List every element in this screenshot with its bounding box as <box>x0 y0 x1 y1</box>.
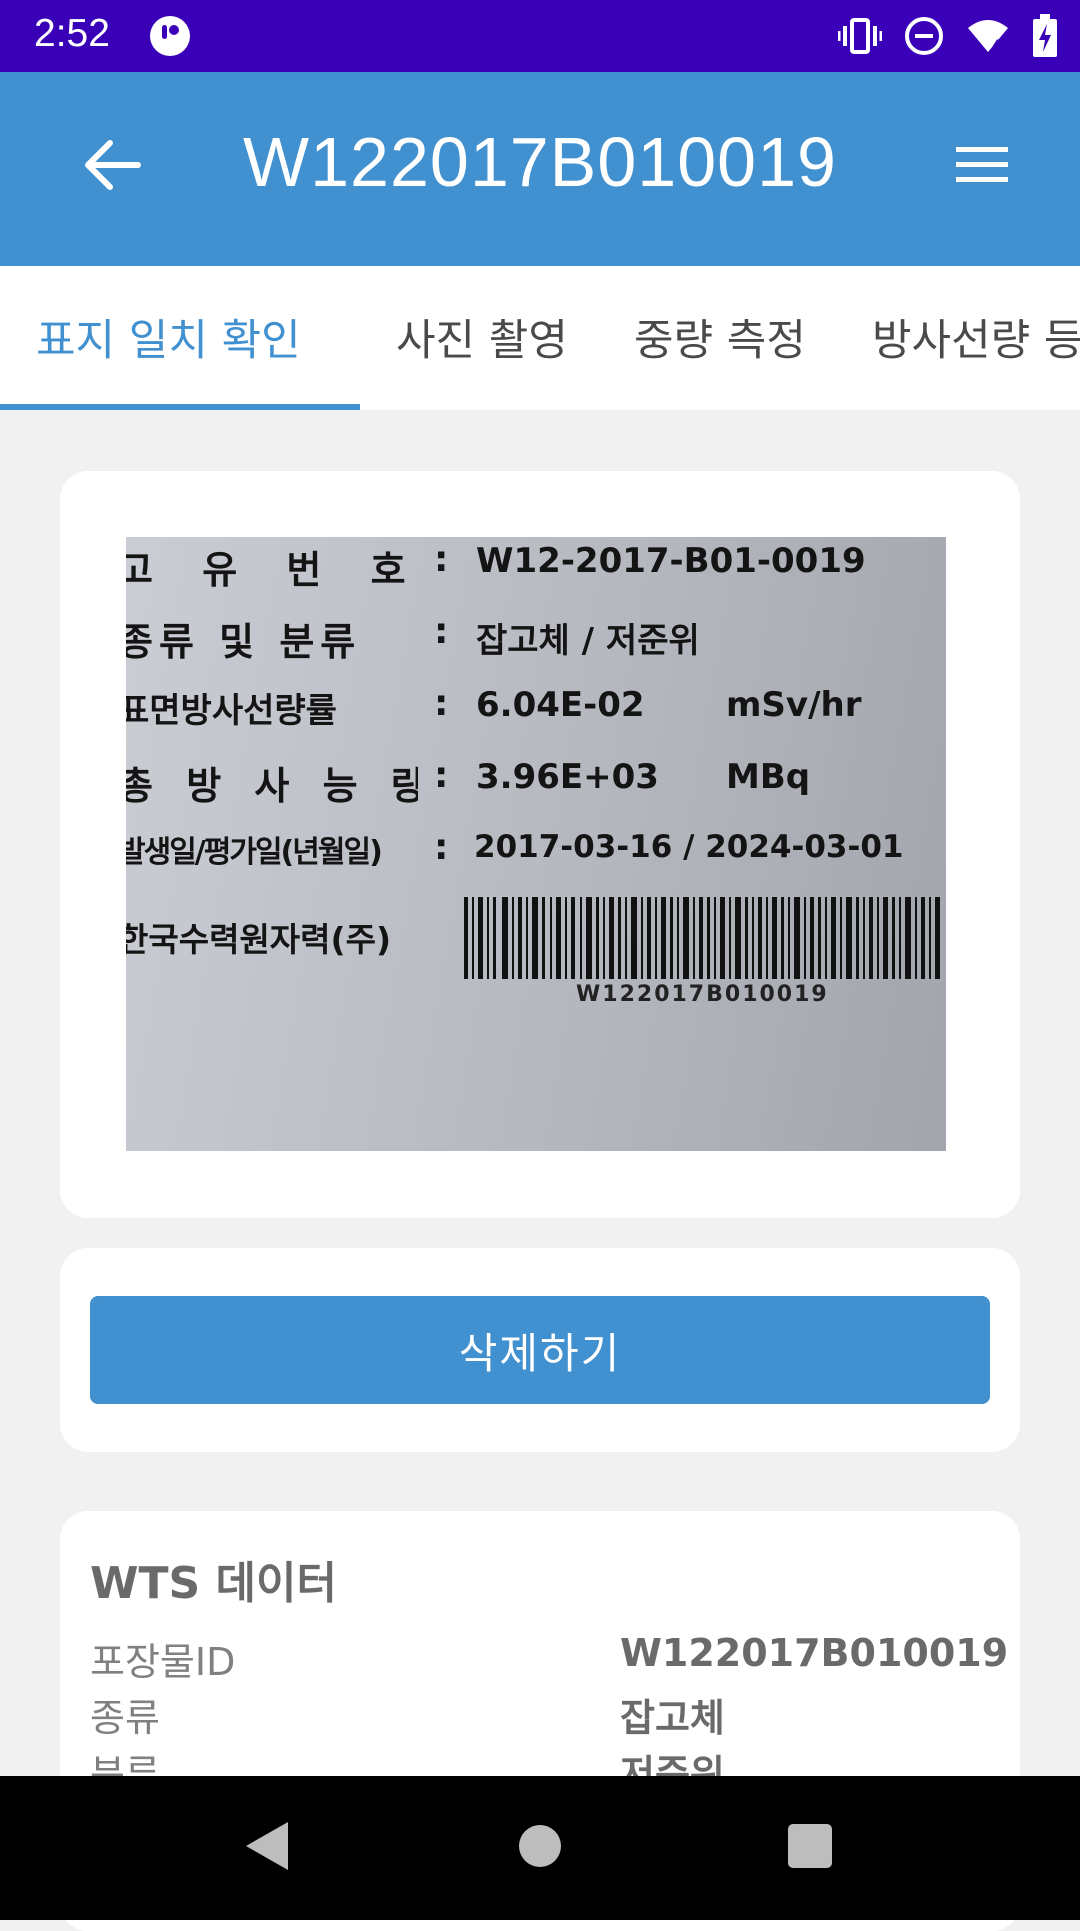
label-row-key: 총 방 사 능 량 <box>126 764 418 808</box>
nav-home-icon[interactable] <box>518 1820 562 1876</box>
wts-row-value: 잡고체 <box>620 1696 725 1740</box>
label-row-surface-dose: 표면방사선량률 : 6.04E-02 mSv/hr <box>126 683 946 743</box>
tab-radiation-register[interactable]: 방사선량 등록 <box>872 306 1080 368</box>
page-title: W122017B010019 <box>243 123 837 201</box>
tab-weight-measure[interactable]: 중량 측정 <box>634 306 806 368</box>
arrow-left-icon <box>85 140 141 190</box>
status-time: 2:52 <box>34 12 110 55</box>
label-row-unit: mSv/hr <box>726 685 862 725</box>
app-notification-icon <box>148 14 192 62</box>
label-row-value: 3.96E+03 <box>476 757 659 797</box>
system-nav-bar <box>0 1776 1080 1920</box>
wts-row-package-id: 포장물ID W122017B010019 <box>90 1631 1008 1687</box>
do-not-disturb-icon <box>904 16 944 60</box>
label-row-colon: : <box>434 755 449 796</box>
vibrate-icon <box>837 16 883 60</box>
label-row-key: 발생일/평가일(년월일) <box>126 835 383 870</box>
tab-label-match-check[interactable]: 표지 일치 확인 <box>36 306 301 368</box>
menu-button[interactable] <box>952 140 1032 204</box>
label-row-colon: : <box>434 611 449 652</box>
label-row-value: 2017-03-16 / 2024-03-01 <box>474 829 904 865</box>
label-row-key: 고 유 번 호 <box>126 548 418 592</box>
wts-row-value: W122017B010019 <box>620 1631 1009 1675</box>
action-card: 삭제하기 <box>60 1248 1020 1452</box>
wts-data-title: WTS 데이터 <box>90 1558 337 1609</box>
label-row-key: 표면방사선량률 <box>126 691 337 731</box>
nav-recents-icon[interactable] <box>786 1820 834 1876</box>
wts-row-type: 종류 잡고체 <box>90 1687 990 1743</box>
label-row-key: 한국수력원자력(주) <box>126 920 392 959</box>
active-tab-indicator <box>0 404 360 410</box>
label-row-colon: : <box>434 683 449 724</box>
label-row-value: W12-2017-B01-0019 <box>476 541 866 581</box>
label-row-value: 잡고체 / 저준위 <box>476 621 700 661</box>
label-row-serial: 고 유 번 호 : W12-2017-B01-0019 <box>126 539 946 599</box>
wts-row-key: 종류 <box>90 1696 160 1740</box>
label-row-value: 6.04E-02 <box>476 685 645 725</box>
label-photo: 고 유 번 호 : W12-2017-B01-0019 종류 및 분류 : 잡고… <box>126 537 946 1151</box>
status-bar: 2:52 4 <box>0 0 1080 72</box>
back-button[interactable] <box>78 130 164 210</box>
label-row-key: 종류 및 분류 <box>126 620 362 664</box>
battery-charging-icon <box>1032 14 1058 62</box>
barcode-text: W122017B010019 <box>576 982 829 1007</box>
label-row-type: 종류 및 분류 : 잡고체 / 저준위 <box>126 611 946 671</box>
label-row-total-activity: 총 방 사 능 량 : 3.96E+03 MBq <box>126 755 946 815</box>
delete-button[interactable]: 삭제하기 <box>90 1296 990 1404</box>
label-row-colon: : <box>434 827 449 868</box>
label-photo-card: 고 유 번 호 : W12-2017-B01-0019 종류 및 분류 : 잡고… <box>60 471 1020 1218</box>
label-row-unit: MBq <box>726 757 811 797</box>
label-row-colon: : <box>434 539 449 580</box>
label-row-dates: 발생일/평가일(년월일) : 2017-03-16 / 2024-03-01 <box>126 827 946 887</box>
barcode <box>464 897 940 979</box>
wifi-icon: 4 <box>966 16 1010 60</box>
wts-row-key: 포장물ID <box>90 1640 236 1684</box>
tab-bar: 표지 일치 확인 사진 촬영 중량 측정 방사선량 등록 <box>0 266 1080 410</box>
app-bar: W122017B010019 <box>0 72 1080 266</box>
svg-text:4: 4 <box>992 38 1001 54</box>
nav-back-icon[interactable] <box>244 1820 290 1876</box>
tab-photo-capture[interactable]: 사진 촬영 <box>396 306 568 368</box>
hamburger-menu-icon <box>956 147 1008 182</box>
